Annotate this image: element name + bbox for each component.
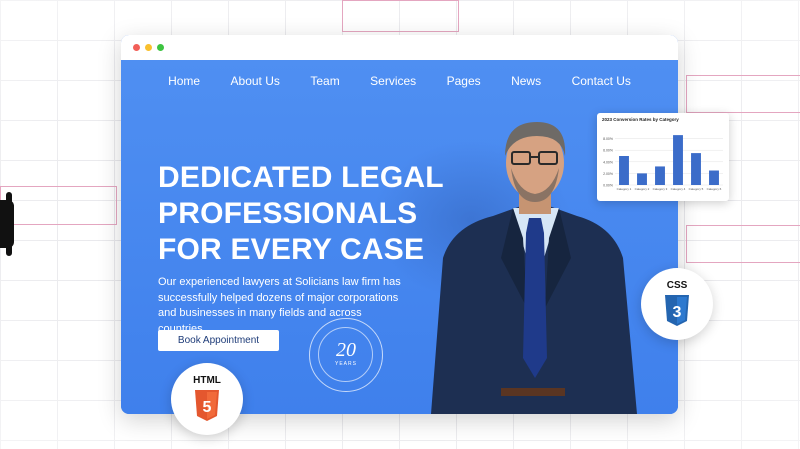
decorative-frame: [0, 186, 117, 225]
decorative-frame: [686, 75, 800, 113]
description-line: Our experienced lawyers at Solicians law…: [158, 276, 401, 288]
nav-item-about-us[interactable]: About Us: [231, 74, 280, 88]
chart-x-tick-label: Category 2: [635, 187, 650, 191]
html-number: 5: [203, 399, 212, 416]
headline-line: FOR EVERY CASE: [158, 233, 425, 266]
chart-x-tick-label: Category 5: [689, 187, 704, 191]
nav-item-services[interactable]: Services: [370, 74, 416, 88]
close-window-icon[interactable]: [133, 44, 140, 51]
decorative-frame: [686, 225, 800, 263]
html-label: HTML: [193, 375, 221, 386]
html5-shield-icon: 5: [195, 390, 219, 421]
conversion-chart: 0.00%2.00%4.00%6.00%8.00%Category 1 Categ…: [603, 135, 723, 191]
css-badge: CSS 3: [641, 268, 713, 340]
maximize-window-icon[interactable]: [157, 44, 164, 51]
chart-x-tick-label: Category 3: [653, 187, 668, 191]
seal-word: YEARS: [335, 361, 357, 367]
chart-bar: [655, 166, 665, 185]
chart-x-tick-label: Category 1: [617, 187, 632, 191]
css3-shield-icon: 3: [665, 295, 689, 326]
main-nav: Home About Us Team Services Pages News C…: [121, 72, 678, 90]
browser-window: Home About Us Team Services Pages News C…: [121, 35, 678, 414]
nav-item-team[interactable]: Team: [310, 74, 339, 88]
conversion-chart-card: 2023 Conversion Rates by Category 0.00% 2…: [597, 113, 729, 201]
seal-number: 20: [336, 339, 356, 361]
chart-bar: [619, 156, 629, 185]
chart-y-tick-label: 4.00%: [603, 160, 613, 164]
chart-x-tick-label: Category 4: [671, 187, 686, 191]
nav-item-contact-us[interactable]: Contact Us: [572, 74, 631, 88]
chart-x-tick-label: Category 6: [707, 187, 722, 191]
decorative-bar: [0, 192, 14, 256]
chart-bar: [673, 135, 683, 185]
chart-bar: [637, 173, 647, 185]
nav-item-pages[interactable]: Pages: [447, 74, 481, 88]
nav-item-news[interactable]: News: [511, 74, 541, 88]
chart-y-tick-label: 8.00%: [603, 137, 613, 141]
chart-y-tick-label: 6.00%: [603, 149, 613, 153]
description-line: successfully helped dozens of major corp…: [158, 291, 399, 304]
decorative-frame: [342, 0, 459, 32]
minimize-window-icon[interactable]: [145, 44, 152, 51]
hero-section: Home About Us Team Services Pages News C…: [121, 60, 678, 414]
chart-y-tick-label: 2.00%: [603, 172, 613, 176]
chart-y-tick-label: 0.00%: [603, 184, 613, 188]
years-experience-seal: 20 YEARS: [309, 318, 383, 392]
headline-line: PROFESSIONALS: [158, 197, 418, 230]
nav-item-home[interactable]: Home: [168, 74, 200, 88]
chart-bar: [691, 153, 701, 185]
html-badge: HTML 5: [171, 363, 243, 435]
css-number: 3: [673, 304, 682, 321]
book-appointment-button[interactable]: Book Appointment: [158, 330, 279, 351]
browser-titlebar: [121, 35, 678, 60]
chart-bar: [709, 170, 719, 185]
css-label: CSS: [666, 280, 688, 291]
